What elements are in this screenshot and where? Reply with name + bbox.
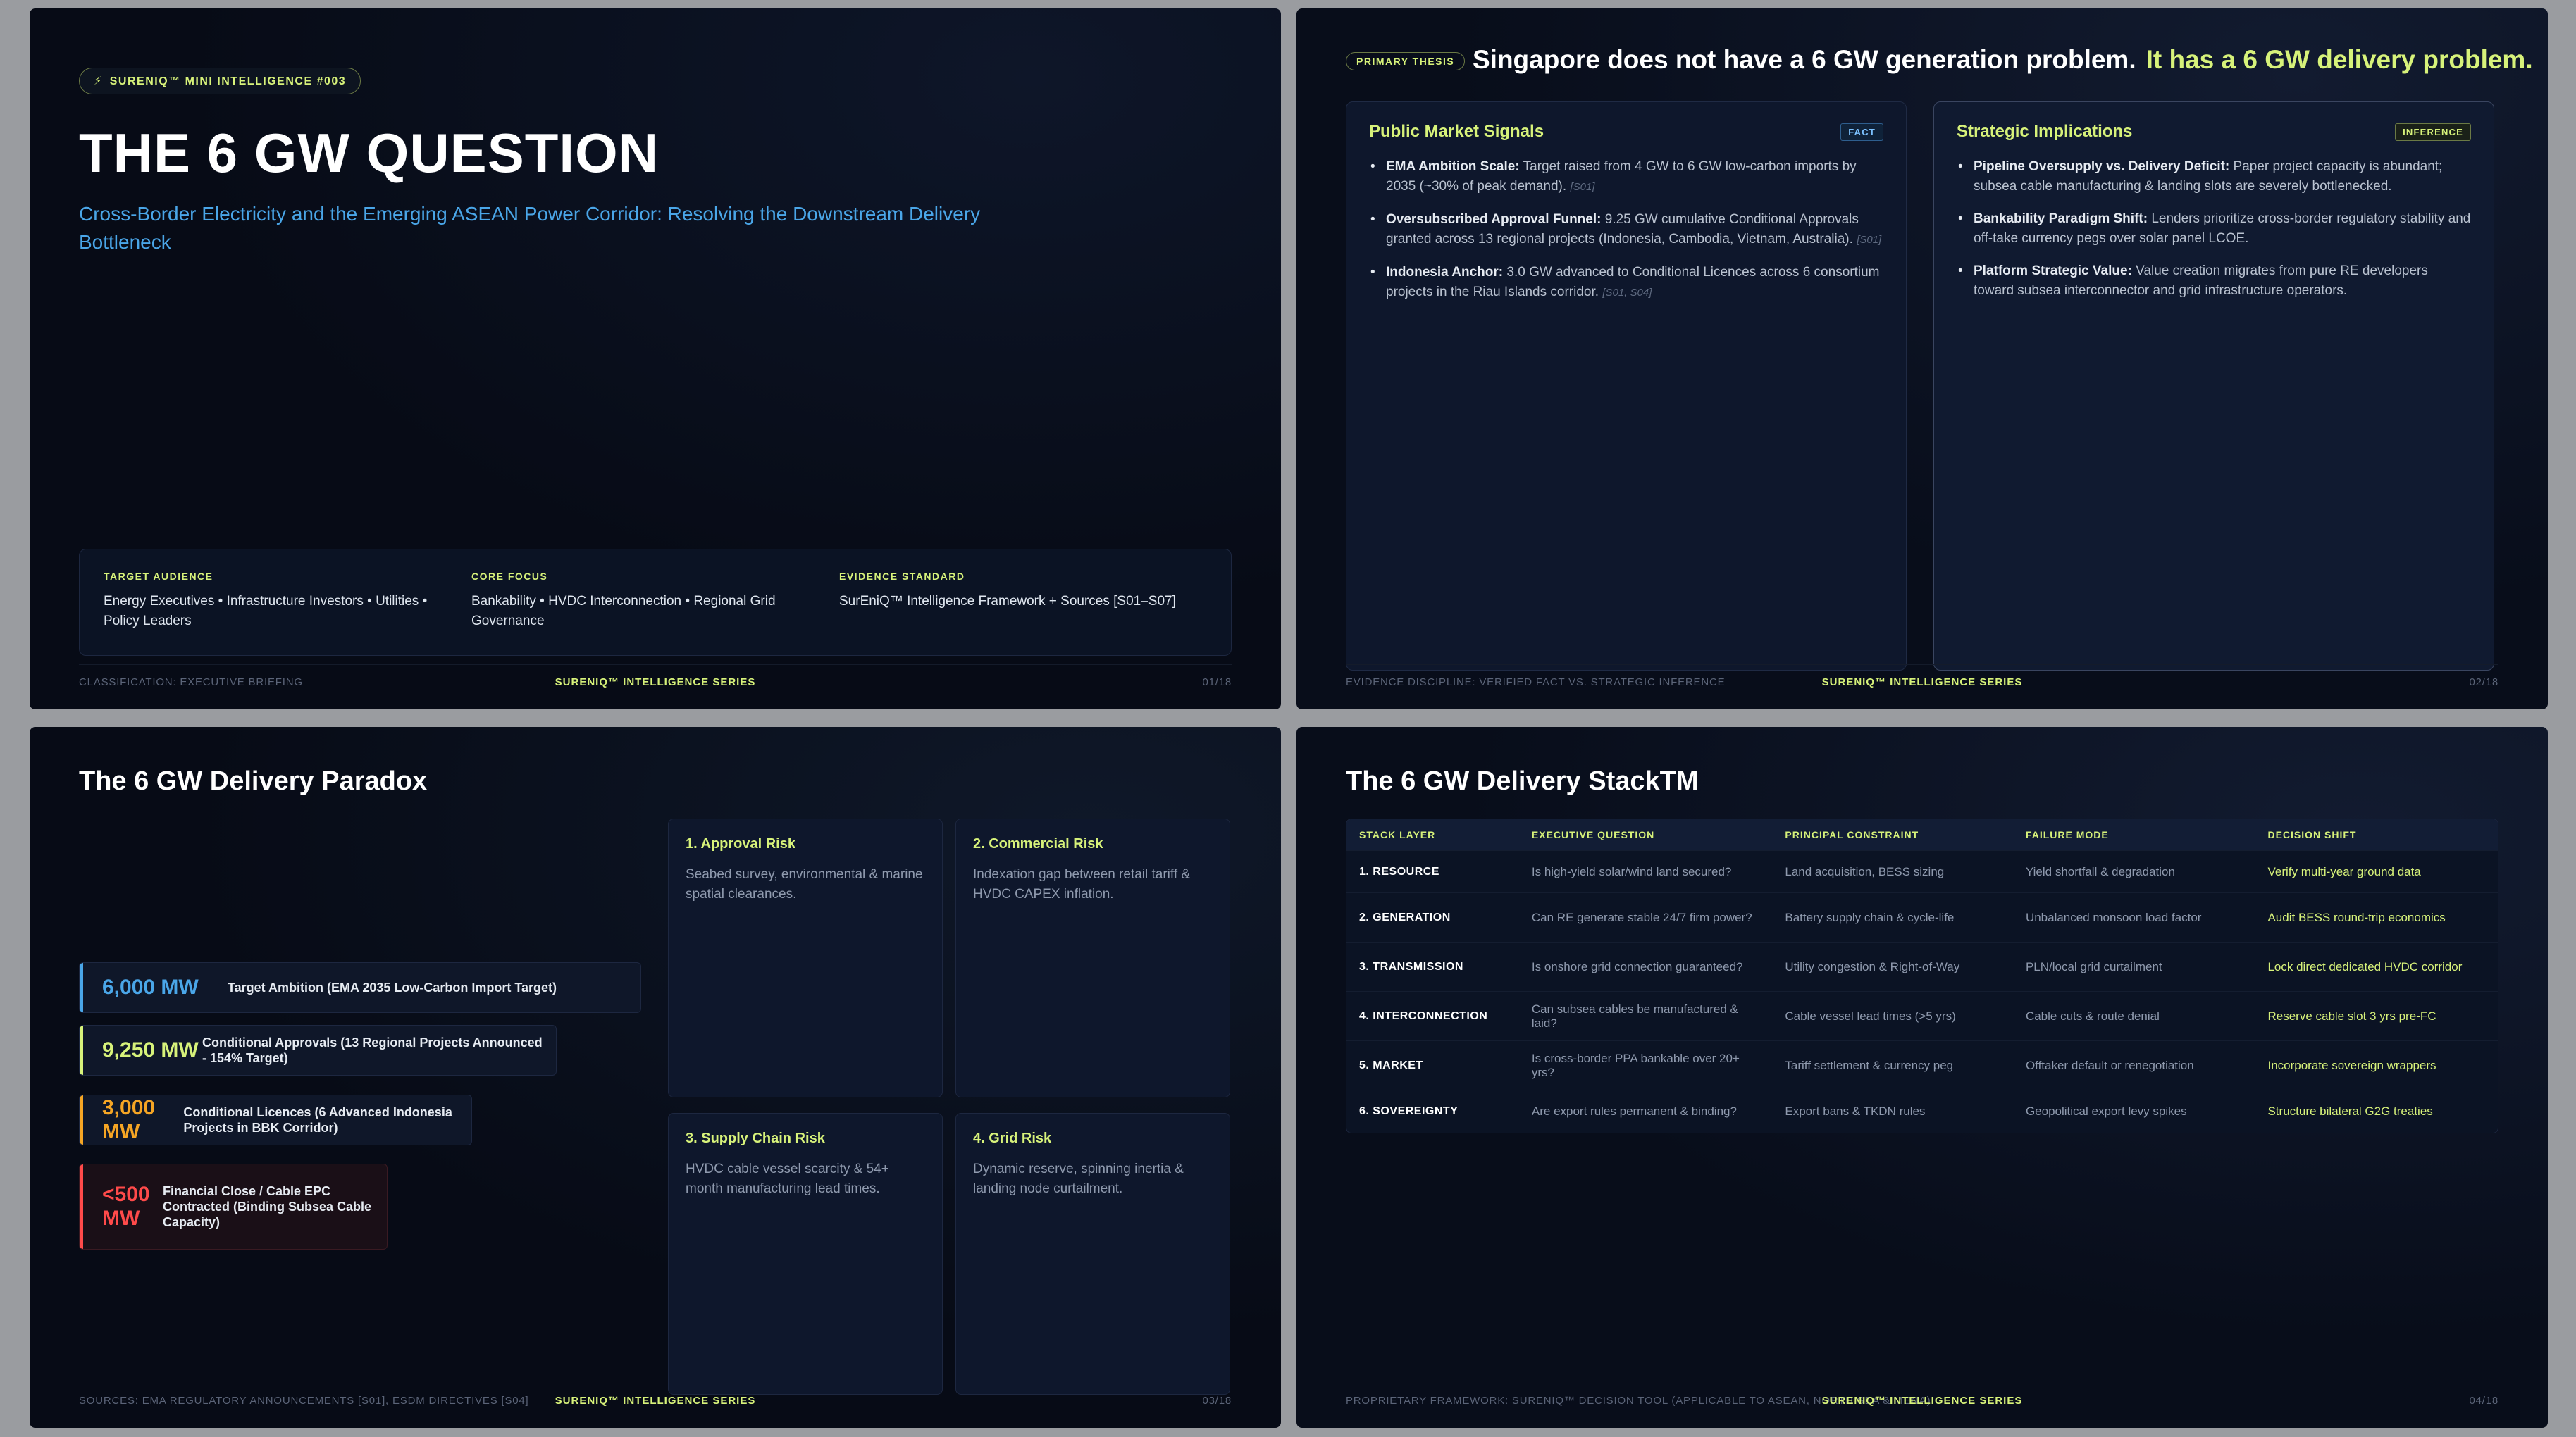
- footer-brand: SURENIQ™ INTELLIGENCE SERIES: [555, 676, 756, 688]
- risk-card-supply-chain: 3. Supply Chain Risk HVDC cable vessel s…: [668, 1113, 943, 1395]
- list-item: Bankability Paradigm Shift: Lenders prio…: [1957, 209, 2471, 249]
- footer-note: EVIDENCE DISCIPLINE: VERIFIED FACT VS. S…: [1346, 676, 1726, 688]
- footer-brand: SURENIQ™ INTELLIGENCE SERIES: [1821, 676, 2023, 688]
- panel-title: Strategic Implications: [1957, 122, 2133, 141]
- table-row: 1. RESOURCE Is high-yield solar/wind lan…: [1346, 850, 2498, 893]
- meta-core-focus: CORE FOCUS Bankability • HVDC Interconne…: [471, 571, 776, 628]
- footer-brand: SURENIQ™ INTELLIGENCE SERIES: [555, 1395, 756, 1407]
- risk-card-grid: 4. Grid Risk Dynamic reserve, spinning i…: [955, 1113, 1230, 1395]
- list-item: Oversubscribed Approval Funnel: 9.25 GW …: [1369, 210, 1883, 250]
- table-row: 4. INTERCONNECTION Can subsea cables be …: [1346, 991, 2498, 1041]
- funnel-accent-bar: [80, 1095, 83, 1145]
- footer-page: 01/18: [1202, 676, 1232, 688]
- list-item: Indonesia Anchor: 3.0 GW advanced to Con…: [1369, 263, 1883, 303]
- funnel-row-financial-close: <500 MW Financial Close / Cable EPC Cont…: [79, 1164, 388, 1250]
- list-item: Pipeline Oversupply vs. Delivery Deficit…: [1957, 157, 2471, 197]
- meta-target-audience: TARGET AUDIENCE Energy Executives • Infr…: [104, 571, 428, 628]
- table-row: 6. SOVEREIGNTY Are export rules permanen…: [1346, 1090, 2498, 1133]
- funnel-row-target: 6,000 MW Target Ambition (EMA 2035 Low-C…: [79, 962, 641, 1013]
- column-header: EXECUTIVE QUESTION: [1518, 819, 1773, 851]
- slide-footer: SOURCES: EMA REGULATORY ANNOUNCEMENTS [S…: [79, 1383, 1232, 1407]
- footer-page: 02/18: [2469, 676, 2498, 688]
- risk-card-commercial: 2. Commercial Risk Indexation gap betwee…: [955, 819, 1230, 1097]
- delivery-stack-table: STACK LAYER EXECUTIVE QUESTION PRINCIPAL…: [1346, 819, 2498, 1133]
- column-header: PRINCIPAL CONSTRAINT: [1772, 819, 2013, 851]
- panel-title: Public Market Signals: [1369, 122, 1544, 141]
- list-item: EMA Ambition Scale: Target raised from 4…: [1369, 157, 1883, 197]
- slide-footer: PROPRIETARY FRAMEWORK: SURENIQ™ DECISION…: [1346, 1383, 2498, 1407]
- thesis-headline: Singapore does not have a 6 GW generatio…: [1473, 45, 2533, 74]
- slide-title: The 6 GW Delivery StackTM: [1346, 766, 1699, 796]
- column-header: FAILURE MODE: [2012, 819, 2255, 851]
- column-header: DECISION SHIFT: [2255, 819, 2498, 851]
- list-item: Platform Strategic Value: Value creation…: [1957, 261, 2471, 301]
- panel-strategic-implications: Strategic Implications INFERENCE Pipelin…: [1933, 101, 2494, 671]
- funnel-accent-bar: [80, 1026, 83, 1075]
- slide-footer: EVIDENCE DISCIPLINE: VERIFIED FACT VS. S…: [1346, 664, 2498, 688]
- inference-tag: INFERENCE: [2395, 123, 2471, 141]
- panel-public-market-signals: Public Market Signals FACT EMA Ambition …: [1346, 101, 1907, 671]
- table-row: 2. GENERATION Can RE generate stable 24/…: [1346, 892, 2498, 943]
- table-header-row: STACK LAYER EXECUTIVE QUESTION PRINCIPAL…: [1346, 819, 2498, 851]
- slide-2[interactable]: PRIMARY THESIS Singapore does not have a…: [1296, 8, 2548, 709]
- funnel-row-licences: 3,000 MW Conditional Licences (6 Advance…: [79, 1095, 472, 1145]
- footer-brand: SURENIQ™ INTELLIGENCE SERIES: [1821, 1395, 2023, 1407]
- thesis-pill: PRIMARY THESIS: [1346, 52, 1466, 70]
- table-row: 3. TRANSMISSION Is onshore grid connecti…: [1346, 942, 2498, 992]
- funnel-accent-bar: [80, 963, 83, 1012]
- slide-footer: CLASSIFICATION: EXECUTIVE BRIEFING SUREN…: [79, 664, 1232, 688]
- meta-box: TARGET AUDIENCE Energy Executives • Infr…: [79, 549, 1232, 656]
- funnel-row-approvals: 9,250 MW Conditional Approvals (13 Regio…: [79, 1025, 557, 1076]
- slide-title: THE 6 GW QUESTION: [79, 122, 660, 184]
- funnel-accent-bar: [80, 1164, 83, 1249]
- meta-evidence-standard: EVIDENCE STANDARD SurEniQ™ Intelligence …: [839, 571, 1176, 609]
- slide-1[interactable]: ⚡ SURENIQ™ MINI INTELLIGENCE #003 THE 6 G…: [30, 8, 1281, 709]
- risk-card-approval: 1. Approval Risk Seabed survey, environm…: [668, 819, 943, 1097]
- slide-4[interactable]: The 6 GW Delivery StackTM STACK LAYER EX…: [1296, 727, 2548, 1428]
- footer-page: 04/18: [2469, 1395, 2498, 1407]
- slide-title: The 6 GW Delivery Paradox: [79, 766, 428, 796]
- table-row: 5. MARKET Is cross-border PPA bankable o…: [1346, 1040, 2498, 1090]
- slide-3[interactable]: The 6 GW Delivery Paradox 6,000 MW Targe…: [30, 727, 1281, 1428]
- slide-subtitle: Cross-Border Electricity and the Emergin…: [79, 203, 981, 253]
- footer-sources: SOURCES: EMA REGULATORY ANNOUNCEMENTS [S…: [79, 1395, 529, 1407]
- bolt-icon: ⚡: [94, 75, 103, 87]
- footer-page: 03/18: [1202, 1395, 1232, 1407]
- series-pill: ⚡ SURENIQ™ MINI INTELLIGENCE #003: [79, 68, 361, 94]
- column-header: STACK LAYER: [1346, 819, 1519, 851]
- footer-classification: CLASSIFICATION: EXECUTIVE BRIEFING: [79, 676, 303, 688]
- fact-tag: FACT: [1840, 123, 1883, 141]
